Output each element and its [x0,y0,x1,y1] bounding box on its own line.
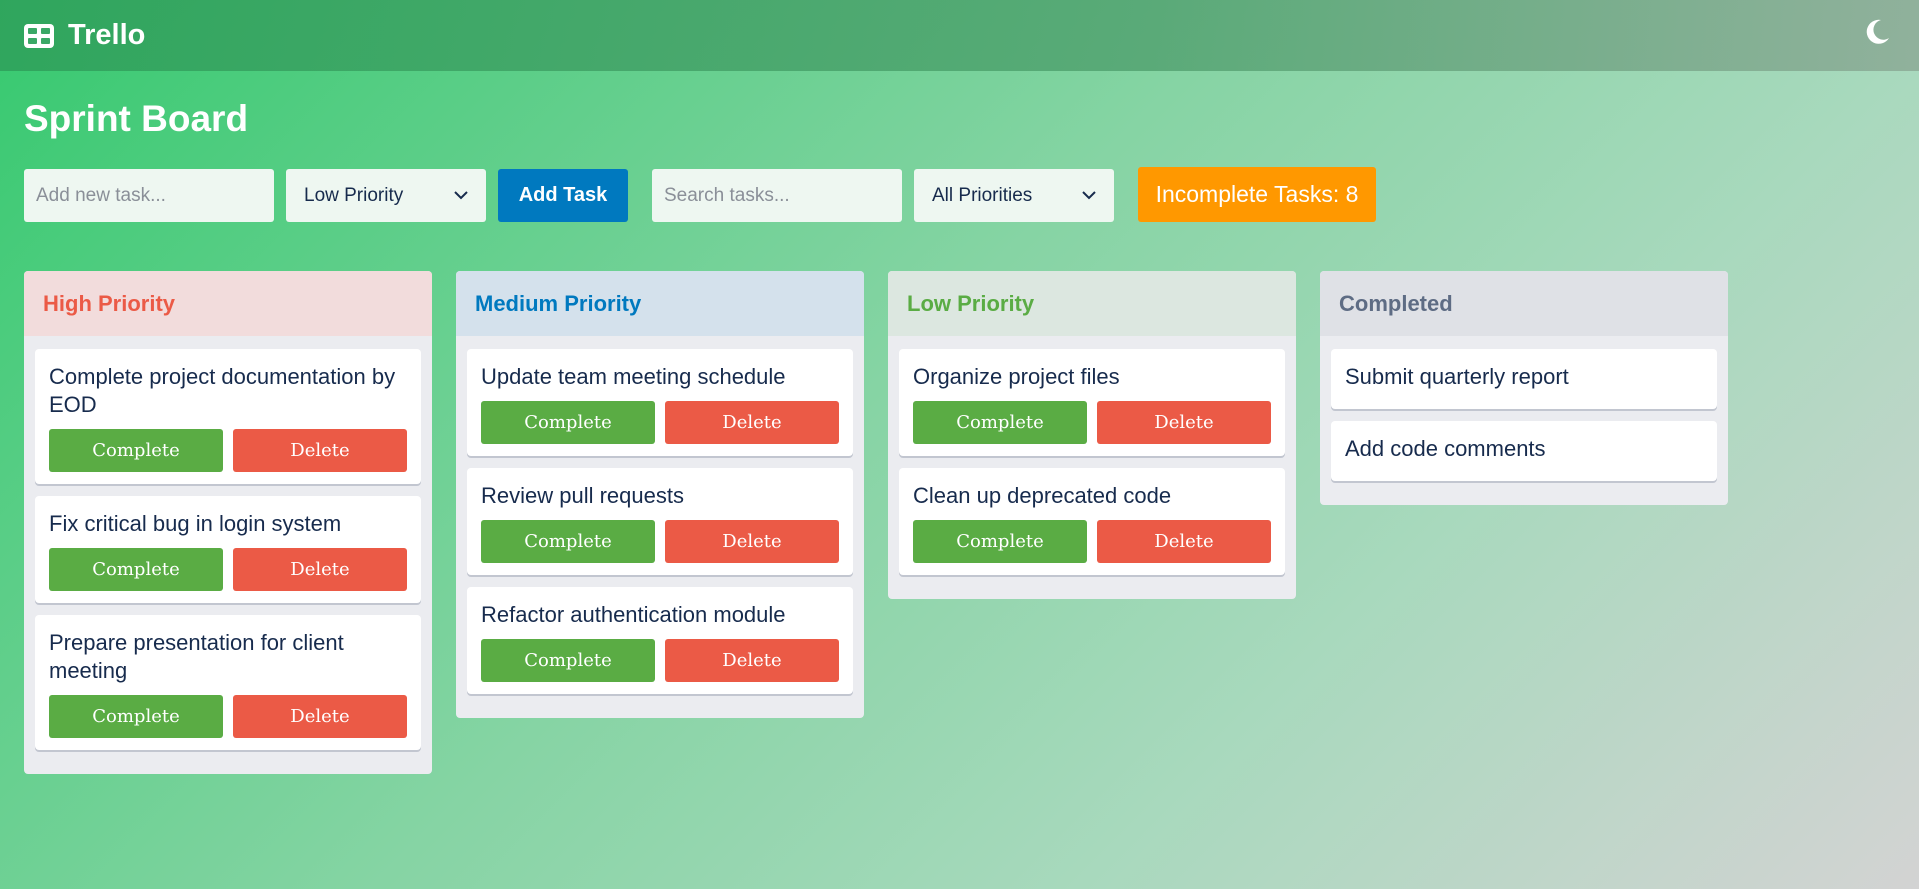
add-task-button[interactable]: Add Task [498,169,628,222]
task-title: Fix critical bug in login system [49,511,342,536]
delete-button[interactable]: Delete [1097,520,1271,563]
task-title: Review pull requests [481,483,684,508]
task-title: Update team meeting schedule [481,364,786,389]
column-medium-priority: Medium Priority Update team meeting sche… [456,271,864,718]
task-title: Submit quarterly report [1345,364,1569,389]
task-card: Add code comments [1331,421,1717,481]
filter-select-value: All Priorities [932,184,1033,206]
app-logo[interactable]: Trello [24,19,145,52]
chevron-down-icon [454,191,468,200]
column-completed: Completed Submit quarterly report Add co… [1320,271,1728,505]
incomplete-tasks-badge: Incomplete Tasks: 8 [1138,167,1376,222]
delete-button[interactable]: Delete [1097,401,1271,444]
task-title: Clean up deprecated code [913,483,1172,508]
top-bar: Trello [0,0,1919,71]
task-card: Organize project files Complete Delete [899,349,1285,456]
delete-button[interactable]: Delete [233,548,407,591]
task-title: Refactor authentication module [481,602,786,627]
search-input[interactable] [652,169,902,222]
task-card: Refactor authentication module Complete … [467,587,853,694]
task-card: Submit quarterly report [1331,349,1717,409]
priority-filter-select[interactable]: All Priorities [914,169,1114,222]
complete-button[interactable]: Complete [49,429,223,472]
board-icon [24,23,54,48]
priority-select[interactable]: Low Priority [286,169,486,222]
complete-button[interactable]: Complete [481,639,655,682]
complete-button[interactable]: Complete [481,401,655,444]
task-card: Complete project documentation by EOD Co… [35,349,421,484]
delete-button[interactable]: Delete [233,695,407,738]
complete-button[interactable]: Complete [49,695,223,738]
priority-select-value: Low Priority [304,184,404,206]
column-header: Completed [1320,271,1728,336]
task-title: Prepare presentation for client meeting [49,630,344,683]
column-header: Medium Priority [456,271,864,336]
task-card: Review pull requests Complete Delete [467,468,853,575]
column-header: High Priority [24,271,432,336]
moon-icon [1866,19,1889,44]
column-high-priority: High Priority Complete project documenta… [24,271,432,774]
delete-button[interactable]: Delete [665,520,839,563]
complete-button[interactable]: Complete [481,520,655,563]
task-card: Prepare presentation for client meeting … [35,615,421,750]
task-card: Fix critical bug in login system Complet… [35,496,421,603]
app-name: Trello [68,19,146,51]
task-title: Add code comments [1345,436,1546,461]
chevron-down-icon [1082,191,1096,200]
complete-button[interactable]: Complete [913,520,1087,563]
theme-toggle-button[interactable] [1861,16,1893,48]
task-card: Update team meeting schedule Complete De… [467,349,853,456]
task-card: Clean up deprecated code Complete Delete [899,468,1285,575]
task-title: Complete project documentation by EOD [49,364,396,417]
task-title: Organize project files [913,364,1120,389]
delete-button[interactable]: Delete [233,429,407,472]
delete-button[interactable]: Delete [665,639,839,682]
column-low-priority: Low Priority Organize project files Comp… [888,271,1296,599]
board-title: Sprint Board [24,98,249,139]
complete-button[interactable]: Complete [913,401,1087,444]
delete-button[interactable]: Delete [665,401,839,444]
column-header: Low Priority [888,271,1296,336]
complete-button[interactable]: Complete [49,548,223,591]
new-task-input[interactable] [24,169,274,222]
